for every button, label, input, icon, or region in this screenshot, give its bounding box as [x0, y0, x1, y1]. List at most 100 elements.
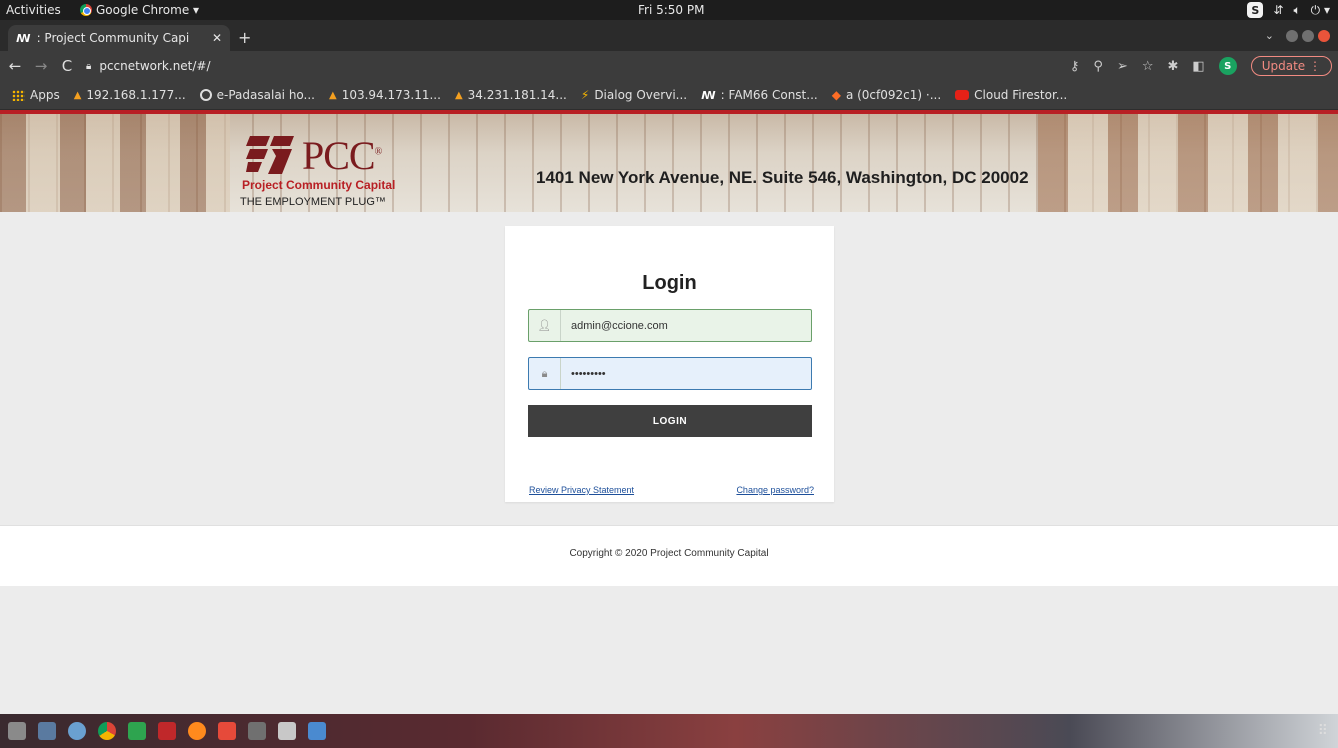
login-button[interactable]: LOGIN: [528, 405, 812, 437]
bookmark-star-icon[interactable]: ☆: [1142, 59, 1154, 74]
volume-icon[interactable]: 🔈︎: [1293, 3, 1300, 18]
system-tray: S ⇵ 🔈︎ ⏻ ▾: [1247, 2, 1330, 18]
bookmark-item[interactable]: ▲ 192.168.1.177...: [74, 88, 186, 102]
username-input[interactable]: [561, 310, 811, 341]
update-button[interactable]: Update ⋮: [1250, 56, 1332, 76]
bookmark-item[interactable]: ▲ 34.231.181.14...: [455, 88, 567, 102]
page-footer: Copyright © 2020 Project Community Capit…: [0, 525, 1338, 586]
bookmark-item[interactable]: ꟿ : FAM66 Const...: [701, 88, 818, 102]
text-editor-icon[interactable]: [278, 722, 296, 740]
maximize-button[interactable]: [1302, 29, 1314, 42]
bookmark-label: e-Padasalai ho...: [216, 88, 315, 102]
bookmark-label: Cloud Firestor...: [974, 88, 1068, 102]
forward-arrow-icon[interactable]: →: [30, 57, 52, 75]
tab-title: : Project Community Capi: [36, 31, 190, 45]
bookmark-item[interactable]: ◆ a (0cf092c1) ·...: [832, 88, 941, 102]
password-field[interactable]: 🔒︎: [528, 357, 812, 390]
bookmark-apps[interactable]: Apps: [12, 88, 60, 102]
pma-icon: ▲: [73, 89, 82, 101]
username-field[interactable]: 👤︎: [528, 309, 812, 342]
web-page: PCC® Project Community Capital THE EMPLO…: [0, 110, 1338, 714]
user-icon: 👤︎: [529, 310, 561, 341]
bookmark-label: Apps: [30, 88, 60, 102]
privacy-statement-link[interactable]: Review Privacy Statement: [529, 485, 634, 495]
sheets-icon[interactable]: [128, 722, 146, 740]
firefox-icon[interactable]: [188, 722, 206, 740]
w-icon: ꟿ: [701, 88, 716, 102]
app-menu-label: Google Chrome ▾: [96, 3, 200, 17]
filezilla-icon[interactable]: [158, 722, 176, 740]
banner-building-image: [1038, 114, 1338, 212]
back-arrow-icon[interactable]: ←: [4, 57, 26, 75]
header-banner: PCC® Project Community Capital THE EMPLO…: [0, 114, 1338, 212]
pcc-favicon-icon: ꟿ: [16, 31, 31, 45]
url-text[interactable]: pccnetwork.net/#/: [99, 59, 210, 73]
minimize-button[interactable]: [1286, 29, 1298, 42]
send-icon[interactable]: ➢: [1117, 59, 1128, 74]
document-viewer-icon[interactable]: [308, 722, 326, 740]
key-icon[interactable]: ⚷: [1070, 59, 1080, 74]
bookmark-label: 192.168.1.177...: [86, 88, 186, 102]
anydesk-icon[interactable]: [218, 722, 236, 740]
pcc-logo[interactable]: PCC® Project Community Capital THE EMPLO…: [240, 130, 400, 210]
lock-icon[interactable]: 🔒︎: [86, 61, 91, 72]
app-menu[interactable]: Google Chrome ▾: [80, 3, 199, 17]
browser-toolbar: ← → C 🔒︎ pccnetwork.net/#/ ⚷ ⚲ ➢ ☆ ✱ ◧ S…: [0, 51, 1338, 81]
profile-avatar[interactable]: S: [1218, 57, 1237, 75]
browser-icon[interactable]: [68, 722, 86, 740]
office-address: 1401 New York Avenue, NE. Suite 546, Was…: [536, 168, 1029, 187]
new-tab-button[interactable]: +: [238, 28, 251, 47]
tab-strip: ꟿ : Project Community Capi ✕ + ⌄: [0, 20, 1338, 51]
bolt-icon: ⚡︎: [580, 88, 590, 102]
system-top-bar: Activities Google Chrome ▾ Fri 5:50 PM S…: [0, 0, 1338, 20]
user-badge[interactable]: S: [1247, 2, 1264, 18]
close-window-button[interactable]: [1318, 29, 1330, 42]
change-password-link[interactable]: Change password?: [736, 485, 814, 495]
bookmark-item[interactable]: Cloud Firestor...: [955, 88, 1067, 102]
power-icon[interactable]: ⏻ ▾: [1311, 3, 1330, 18]
bookmark-label: 103.94.173.11...: [341, 88, 441, 102]
toolbar-actions: ⚷ ⚲ ➢ ☆ ✱ ◧ S Update ⋮: [1070, 56, 1338, 76]
apps-grid-icon: [12, 89, 25, 101]
bookmark-item[interactable]: e-Padasalai ho...: [199, 88, 315, 102]
bookmark-label: : FAM66 Const...: [720, 88, 818, 102]
gitlab-fox-icon: ◆: [831, 88, 841, 102]
logo-wordmark: PCC®: [302, 133, 382, 178]
banner-building-image: [0, 114, 230, 212]
address-bar[interactable]: 🔒︎ pccnetwork.net/#/: [86, 59, 1070, 73]
bookmark-label: Dialog Overvi...: [594, 88, 688, 102]
zoom-icon[interactable]: ⚲: [1093, 59, 1103, 74]
logo-tagline: THE EMPLOYMENT PLUG™: [240, 196, 386, 208]
network-icon[interactable]: ⇵: [1273, 3, 1283, 17]
browser-tab[interactable]: ꟿ : Project Community Capi ✕: [8, 25, 230, 51]
login-title: Login: [642, 272, 697, 294]
extensions-puzzle-icon[interactable]: ✱: [1168, 59, 1179, 74]
login-card: Login 👤︎ 🔒︎ LOGIN Review Privacy Stateme…: [505, 226, 834, 502]
calculator-icon[interactable]: [248, 722, 266, 740]
bookmark-item[interactable]: ▲ 103.94.173.11...: [329, 88, 441, 102]
youtube-icon: [955, 90, 970, 100]
show-applications-icon[interactable]: ⠿: [1318, 723, 1328, 739]
pma-icon: ▲: [329, 89, 337, 101]
close-tab-icon[interactable]: ✕: [212, 31, 222, 45]
chrome-icon[interactable]: [98, 722, 116, 740]
pcc-logo-mark-icon: [246, 136, 294, 174]
tab-search-chevron-icon[interactable]: ⌄: [1265, 29, 1274, 42]
copyright-text: Copyright © 2020 Project Community Capit…: [569, 548, 769, 559]
window-controls: ⌄: [1265, 29, 1330, 42]
clock[interactable]: Fri 5:50 PM: [638, 3, 704, 17]
side-panel-icon[interactable]: ◧: [1192, 59, 1204, 74]
activities-button[interactable]: Activities: [0, 3, 80, 17]
dbeaver-icon[interactable]: [38, 722, 56, 740]
reload-icon[interactable]: C: [56, 57, 78, 75]
bookmarks-bar: Apps ▲ 192.168.1.177... e-Padasalai ho...…: [0, 81, 1338, 110]
files-icon[interactable]: [8, 722, 26, 740]
password-input[interactable]: [561, 358, 811, 389]
update-label: Update: [1261, 59, 1306, 73]
bookmark-label: a (0cf092c1) ·...: [845, 88, 942, 102]
pma-icon: ▲: [454, 89, 463, 101]
bookmark-item[interactable]: ⚡︎ Dialog Overvi...: [581, 88, 687, 102]
chrome-icon: [80, 4, 92, 16]
lock-icon: 🔒︎: [529, 358, 561, 389]
logo-org-name: Project Community Capital: [242, 178, 396, 192]
